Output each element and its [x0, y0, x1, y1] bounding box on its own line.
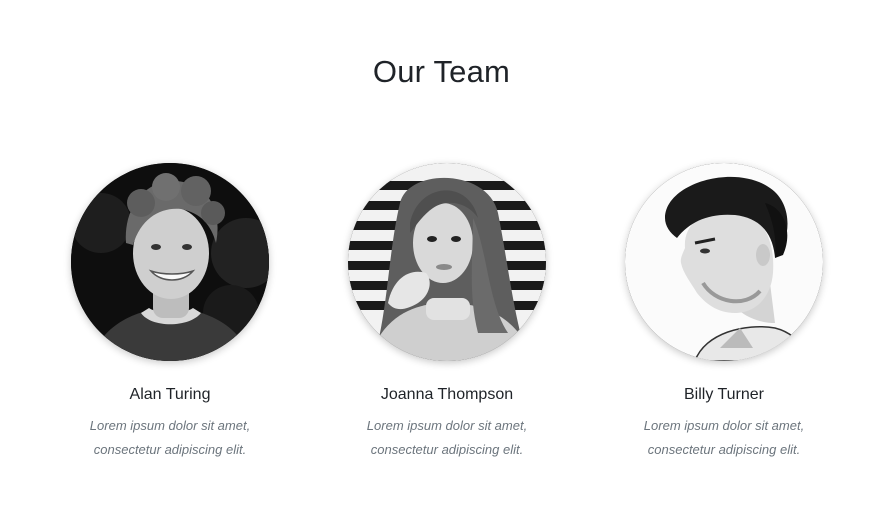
team-member-name: Alan Turing — [129, 386, 211, 403]
team-member-card: Billy Turner Lorem ipsum dolor sit amet,… — [604, 163, 844, 462]
team-member-bio: Lorem ipsum dolor sit amet, consectetur … — [366, 418, 528, 457]
team-member-bio: Lorem ipsum dolor sit amet, consectetur … — [643, 418, 805, 457]
team-member-name: Billy Turner — [683, 386, 765, 403]
section-title: Our Team — [372, 54, 511, 89]
team-section: Our Team Alan Turing Lorem ipsum dolor s… — [0, 0, 883, 530]
team-member-card: Alan Turing Lorem ipsum dolor sit amet, … — [50, 163, 290, 462]
team-member-photo — [71, 163, 269, 361]
team-member-name: Joanna Thompson — [380, 386, 514, 403]
team-member-card: Joanna Thompson Lorem ipsum dolor sit am… — [327, 163, 567, 462]
team-member-photo — [348, 163, 546, 361]
team-member-bio: Lorem ipsum dolor sit amet, consectetur … — [89, 418, 251, 457]
team-member-photo — [625, 163, 823, 361]
